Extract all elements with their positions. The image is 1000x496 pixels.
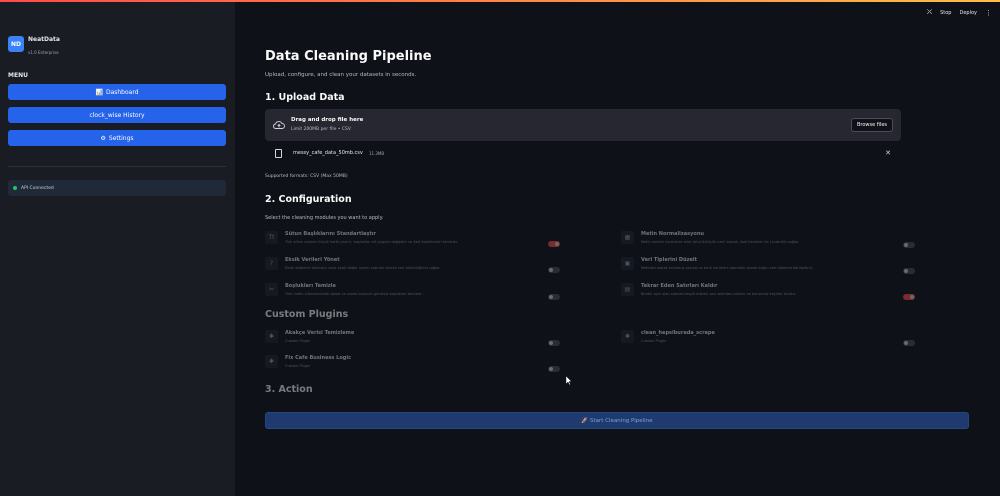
sidebar-item-label: clock_wise History bbox=[89, 111, 145, 119]
module-title: Veri Tiplerini Düzelt bbox=[641, 257, 698, 263]
plugin-desc: Custom Plugin bbox=[285, 364, 311, 368]
module-desc: Birebir aynı olan satırları tespit edere… bbox=[641, 292, 796, 296]
plugin-desc: Custom Plugin bbox=[285, 339, 311, 343]
toggle-text-normalization[interactable] bbox=[903, 242, 915, 248]
plugin-fix-cafe: ✱ Fix Cafe Business Logic Custom Plugin bbox=[265, 355, 565, 375]
module-title: Metin Normalizasyonu bbox=[641, 231, 704, 237]
page-title: Data Cleaning Pipeline bbox=[265, 49, 432, 64]
status-dot-icon bbox=[13, 186, 17, 190]
sidebar-item-label: Dashboard bbox=[105, 88, 139, 96]
start-pipeline-button[interactable]: 🚀 Start Cleaning Pipeline bbox=[265, 412, 969, 429]
remove-file-close-icon[interactable]: ✕ bbox=[885, 149, 891, 157]
puzzle-icon: ✱ bbox=[621, 330, 634, 343]
plugin-title: Akakçe Verisi Temizleme bbox=[285, 330, 355, 336]
module-title: Tekrar Eden Satırları Kaldır bbox=[641, 283, 718, 289]
module-text-normalization: ▦ Metin Normalizasyonu Metin verileri no… bbox=[621, 231, 921, 251]
browse-files-button[interactable]: Browse files bbox=[850, 118, 893, 132]
plugin-akakce: ✱ Akakçe Verisi Temizleme Custom Plugin bbox=[265, 330, 565, 350]
api-status-box: API Connected bbox=[8, 180, 226, 196]
toggle-standardize-headers[interactable] bbox=[548, 241, 560, 247]
chart-icon: 📊 bbox=[95, 88, 103, 96]
sidebar-item-settings[interactable]: ⚙ Settings bbox=[8, 130, 226, 146]
toggle-missing-values[interactable] bbox=[548, 267, 560, 273]
logo: ND bbox=[8, 36, 24, 52]
config-subtitle: Select the cleaning modules you want to … bbox=[265, 215, 384, 221]
table-icon: ▣ bbox=[621, 257, 634, 270]
plugin-hepsiburada: ✱ clean_hepsiburada_scrape Custom Plugin bbox=[621, 330, 921, 350]
toggle-plugin-fix-cafe[interactable] bbox=[548, 366, 560, 372]
config-heading: 2. Configuration bbox=[265, 194, 352, 205]
sidebar-item-history[interactable]: clock_wise History bbox=[8, 107, 226, 123]
module-standardize-headers: Tt Sütun Başlıklarını Standartlaştır Tüm… bbox=[265, 231, 565, 251]
toggle-plugin-hepsiburada[interactable] bbox=[903, 340, 915, 346]
file-dropzone[interactable]: Drag and drop file here Limit 200MB per … bbox=[265, 109, 901, 141]
upload-heading: 1. Upload Data bbox=[265, 92, 345, 103]
plugin-title: Fix Cafe Business Logic bbox=[285, 355, 352, 361]
sidebar-divider bbox=[8, 166, 226, 167]
plugin-title: clean_hepsiburada_scrape bbox=[641, 330, 715, 336]
dropzone-title: Drag and drop file here bbox=[291, 117, 364, 123]
cloud-upload-icon bbox=[273, 121, 285, 129]
sidebar-item-dashboard[interactable]: 📊 Dashboard bbox=[8, 84, 226, 100]
toggle-plugin-akakce[interactable] bbox=[548, 340, 560, 346]
scissors-icon: ✂ bbox=[265, 283, 278, 296]
puzzle-icon: ✱ bbox=[265, 330, 278, 343]
module-desc: Metinsel olarak tutulmuş sayısal ve tari… bbox=[641, 266, 814, 270]
supported-formats: Supported formats: CSV (Max 50MB) bbox=[265, 174, 348, 179]
grid-icon: ▦ bbox=[621, 231, 634, 244]
dropzone-limit: Limit 200MB per file • CSV bbox=[291, 127, 351, 132]
module-desc: Tüm sütun adlarını küçük harfe çevirir, … bbox=[285, 240, 459, 244]
module-title: Boşlukları Temizle bbox=[285, 283, 336, 289]
gear-icon: ⚙ bbox=[100, 134, 106, 142]
module-desc: Tüm metin sütunlarındaki başta ve sonda … bbox=[285, 292, 423, 296]
toggle-remove-duplicates[interactable] bbox=[903, 294, 915, 300]
toggle-trim-whitespace[interactable] bbox=[548, 294, 560, 300]
uploaded-file-row: messy_cafe_data_50mb.csv 11.3MB ✕ bbox=[265, 147, 901, 161]
menu-title: MENU bbox=[8, 72, 28, 79]
mouse-pointer-icon bbox=[566, 376, 572, 385]
file-icon bbox=[275, 149, 282, 158]
module-title: Sütun Başlıklarını Standartlaştır bbox=[285, 231, 376, 237]
module-title: Eksik Verileri Yönet bbox=[285, 257, 340, 263]
file-size: 11.3MB bbox=[369, 150, 385, 156]
action-heading: 3. Action bbox=[265, 384, 313, 395]
question-icon: ? bbox=[265, 257, 278, 270]
page-subtitle: Upload, configure, and clean your datase… bbox=[265, 72, 417, 78]
puzzle-icon: ✱ bbox=[265, 355, 278, 368]
module-desc: Eksik değerleri doldurur veya eksik değe… bbox=[285, 266, 441, 270]
main-content: Data Cleaning Pipeline Upload, configure… bbox=[265, 2, 970, 496]
text-case-icon: Tt bbox=[265, 231, 278, 244]
module-remove-duplicates: ▤ Tekrar Eden Satırları Kaldır Birebir a… bbox=[621, 283, 921, 303]
app-version: v1.0 Enterprise bbox=[28, 50, 59, 55]
sidebar-item-label: Settings bbox=[108, 134, 134, 142]
app-name: NeatData bbox=[28, 36, 60, 43]
main-menu-icon[interactable]: ⋮ bbox=[985, 9, 992, 17]
file-name: messy_cafe_data_50mb.csv bbox=[293, 150, 363, 156]
plugins-heading: Custom Plugins bbox=[265, 309, 349, 320]
plugin-desc: Custom Plugin bbox=[641, 339, 667, 343]
api-status-label: API Connected bbox=[21, 185, 54, 191]
module-trim-whitespace: ✂ Boşlukları Temizle Tüm metin sütunları… bbox=[265, 283, 565, 303]
module-missing-values: ? Eksik Verileri Yönet Eksik değerleri d… bbox=[265, 257, 565, 277]
sidebar: ND NeatData v1.0 Enterprise MENU 📊 Dashb… bbox=[0, 2, 235, 496]
document-icon: ▤ bbox=[621, 283, 634, 296]
toggle-fix-types[interactable] bbox=[903, 268, 915, 274]
module-desc: Metin verileri normalize eder (büyük/küç… bbox=[641, 240, 800, 244]
module-fix-types: ▣ Veri Tiplerini Düzelt Metinsel olarak … bbox=[621, 257, 921, 277]
